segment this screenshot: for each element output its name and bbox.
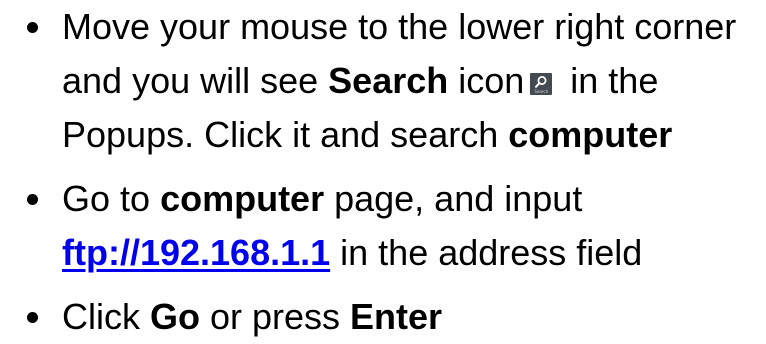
- list-item: Go to computer page, and input ftp://192…: [0, 172, 736, 280]
- list-item: Move your mouse to the lower right corne…: [0, 0, 736, 162]
- step-1-line-2: and you will see Search icon Search in th…: [62, 54, 736, 108]
- step-2-text: page, and input: [324, 178, 583, 219]
- search-keyword: Search: [328, 60, 449, 101]
- enter-keyword: Enter: [350, 296, 443, 337]
- step-1-line-1: Move your mouse to the lower right corne…: [62, 6, 737, 47]
- step-2-text: in the address field: [330, 232, 643, 273]
- search-icon-caption: Search: [534, 89, 549, 94]
- step-3-text: or press: [200, 296, 351, 337]
- search-charm-icon: Search: [530, 73, 553, 95]
- step-1-text: Popups. Click it and search: [62, 114, 509, 155]
- magnifier-icon: [535, 76, 547, 88]
- step-2-line-1: Go to computer page, and input: [62, 172, 736, 226]
- go-keyword: Go: [150, 296, 200, 337]
- step-1-text: in the: [560, 60, 659, 101]
- step-3-text: Click: [62, 296, 150, 337]
- list-item: Click Go or press Enter: [0, 290, 736, 344]
- step-2-line-2: ftp://192.168.1.1 in the address field: [62, 226, 736, 280]
- bullet-icon: [27, 194, 38, 205]
- bullet-icon: [27, 312, 38, 323]
- step-1-text: and you will see: [62, 60, 329, 101]
- instruction-list: Move your mouse to the lower right corne…: [0, 0, 736, 344]
- ftp-address-link[interactable]: ftp://192.168.1.1: [62, 232, 330, 273]
- step-3-line-1: Click Go or press Enter: [62, 290, 736, 344]
- step-2-text: Go to: [62, 178, 161, 219]
- step-1-line-3: Popups. Click it and search computer: [62, 108, 736, 162]
- computer-keyword: computer: [160, 178, 325, 219]
- bullet-icon: [27, 22, 38, 33]
- computer-keyword: computer: [508, 114, 673, 155]
- step-1-text: icon: [448, 60, 525, 101]
